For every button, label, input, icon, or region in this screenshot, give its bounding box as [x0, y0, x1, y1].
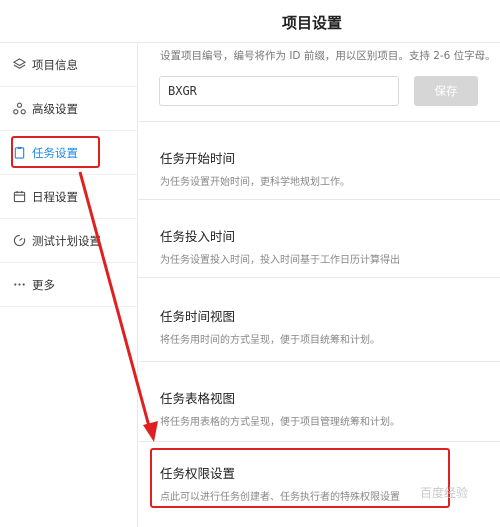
section-title: 任务开始时间	[160, 151, 236, 166]
section-title: 任务时间视图	[160, 309, 236, 324]
sidebar-item-label: 项目信息	[32, 57, 78, 72]
save-button[interactable]: 保存	[414, 76, 478, 106]
section-title: 任务表格视图	[160, 391, 236, 406]
main-content: 设置项目编号，编号将作为 ID 前缀，用以区别项目。支持 2-6 位字母。 保存…	[138, 43, 500, 527]
sidebar-item-task-settings[interactable]: 任务设置	[0, 131, 137, 175]
page-header: 项目设置	[0, 0, 500, 43]
clipboard-icon	[12, 146, 26, 160]
sidebar-item-project-info[interactable]: 项目信息	[0, 43, 137, 87]
sidebar-item-label: 测试计划设置	[32, 233, 101, 248]
sidebar-item-label: 日程设置	[32, 189, 78, 204]
section-task-timeline-view[interactable]: 任务时间视图 将任务用时间的方式呈现，便于项目统筹和计划。	[138, 277, 500, 361]
sidebar-item-more[interactable]: 更多	[0, 263, 137, 307]
section-description: 为任务设置开始时间，更科学地规划工作。	[160, 177, 350, 188]
section-description: 将任务用时间的方式呈现，便于项目统筹和计划。	[160, 335, 380, 346]
gauge-icon	[12, 234, 26, 248]
sidebar: 项目信息 高级设置 任务设置 日程设置 测试计划设置 更多	[0, 43, 138, 527]
section-task-permissions[interactable]: 任务权限设置 点此可以进行任务创建者、任务执行者的特殊权限设置	[138, 441, 500, 527]
calendar-icon	[12, 190, 26, 204]
nodes-icon	[12, 102, 26, 116]
project-code-description: 设置项目编号，编号将作为 ID 前缀，用以区别项目。支持 2-6 位字母。	[160, 50, 496, 62]
sidebar-item-label: 高级设置	[32, 101, 78, 116]
sidebar-item-schedule[interactable]: 日程设置	[0, 175, 137, 219]
section-title: 任务权限设置	[160, 466, 236, 481]
layers-icon	[12, 58, 26, 72]
section-description: 点此可以进行任务创建者、任务执行者的特殊权限设置	[160, 492, 400, 503]
section-description: 将任务用表格的方式呈现，便于项目管理统筹和计划。	[160, 417, 400, 428]
sidebar-item-label: 更多	[32, 277, 55, 292]
sidebar-item-label: 任务设置	[32, 145, 78, 160]
section-description: 为任务设置投入时间，投入时间基于工作日历计算得出	[160, 255, 400, 266]
section-task-start-time[interactable]: 任务开始时间 为任务设置开始时间，更科学地规划工作。	[138, 121, 500, 199]
sidebar-item-test-plan[interactable]: 测试计划设置	[0, 219, 137, 263]
sidebar-item-advanced[interactable]: 高级设置	[0, 87, 137, 131]
more-icon	[12, 278, 26, 292]
page-title: 项目设置	[282, 14, 343, 32]
section-title: 任务投入时间	[160, 229, 236, 244]
section-task-table-view[interactable]: 任务表格视图 将任务用表格的方式呈现，便于项目管理统筹和计划。	[138, 361, 500, 441]
section-task-effort-time[interactable]: 任务投入时间 为任务设置投入时间，投入时间基于工作日历计算得出	[138, 199, 500, 277]
project-code-input[interactable]	[159, 76, 399, 106]
